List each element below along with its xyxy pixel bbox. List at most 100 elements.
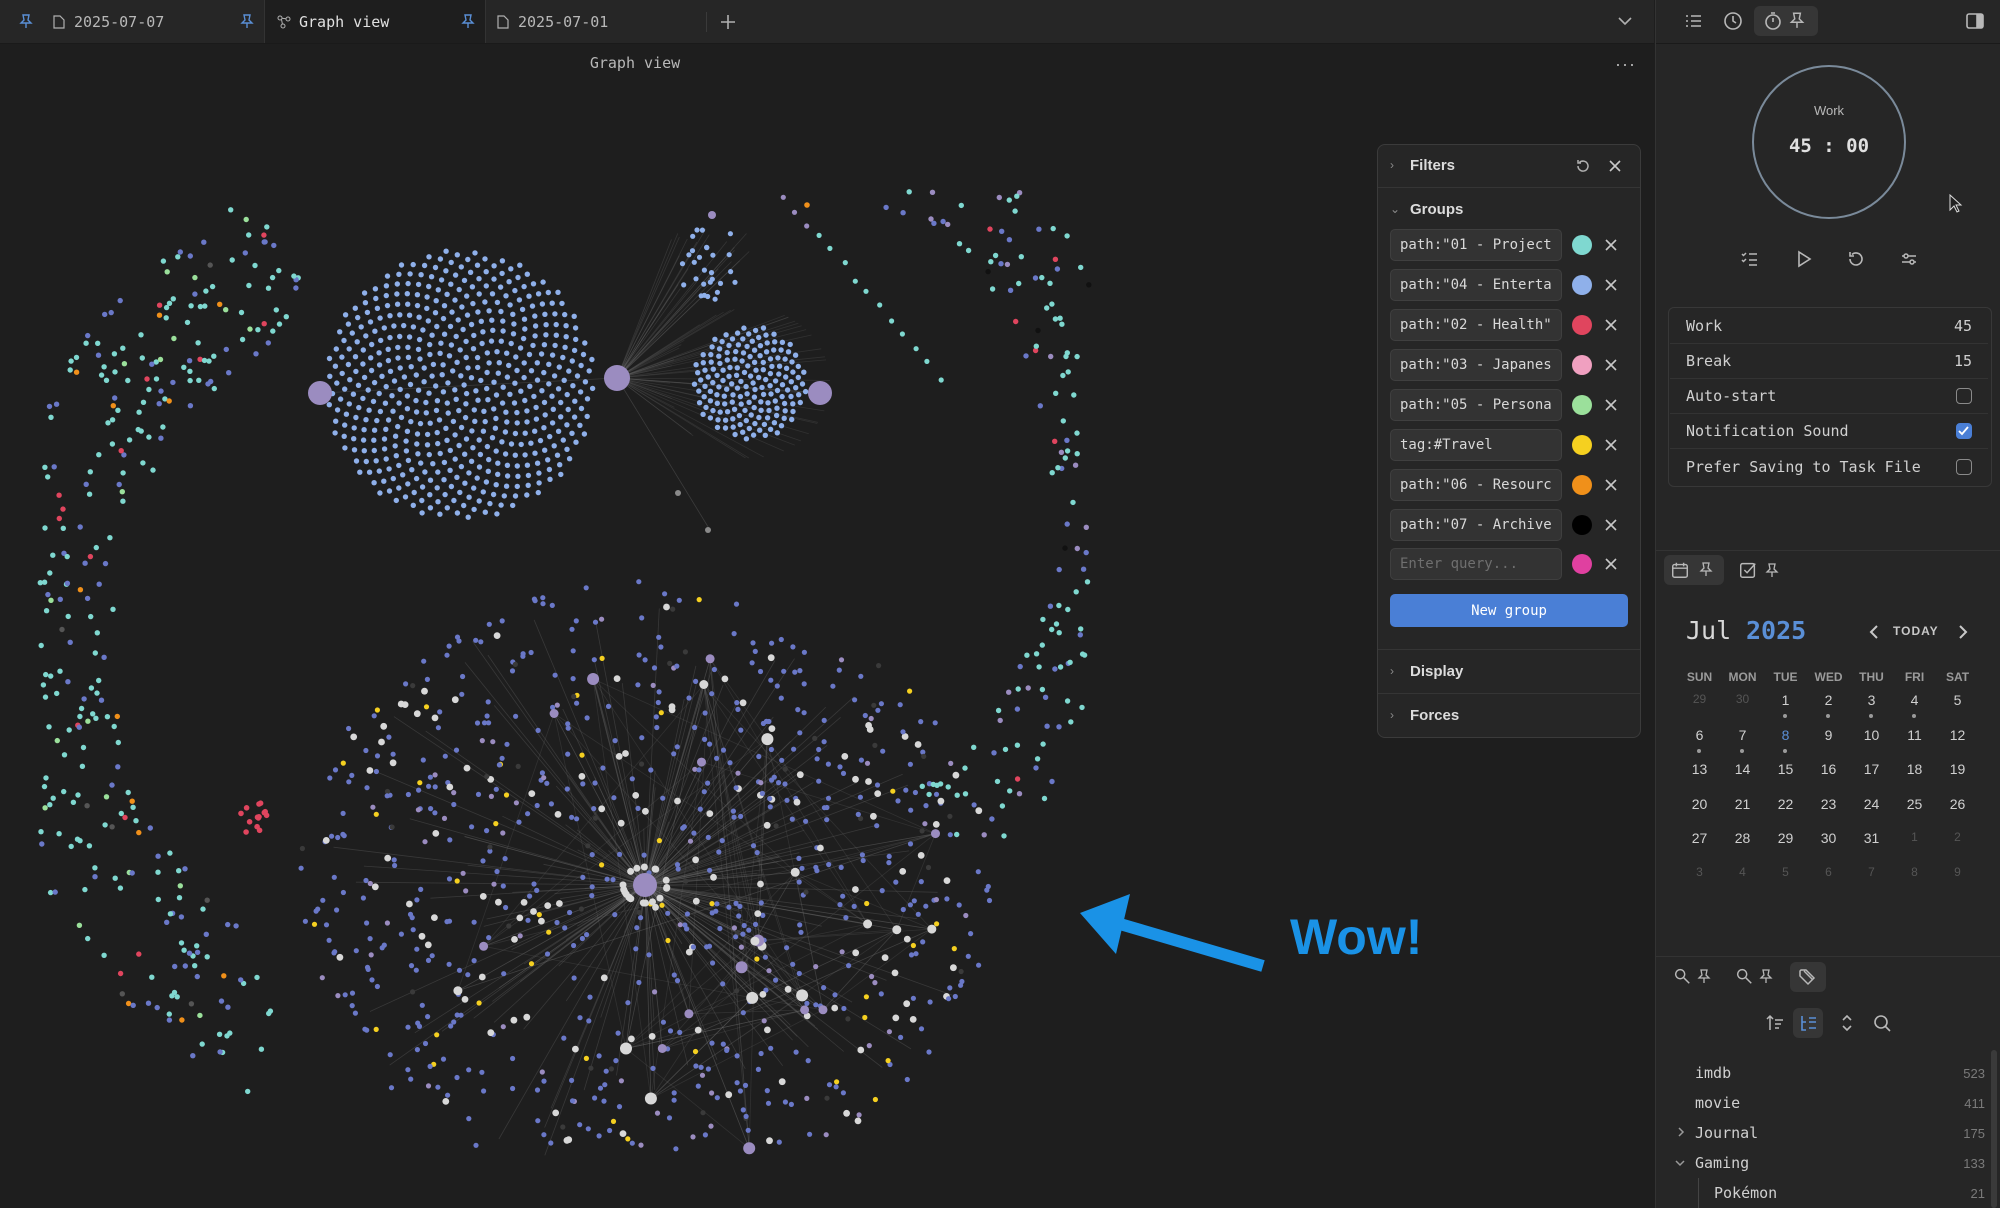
graph-node[interactable] — [337, 396, 344, 402]
graph-node[interactable] — [416, 787, 422, 793]
graph-node[interactable] — [779, 757, 785, 763]
graph-node[interactable] — [1060, 418, 1067, 424]
graph-node[interactable] — [454, 510, 461, 516]
graph-node[interactable] — [476, 437, 482, 443]
graph-node[interactable] — [90, 711, 96, 717]
graph-node[interactable] — [491, 379, 497, 385]
graph-node[interactable] — [469, 428, 475, 434]
graph-node[interactable] — [194, 973, 200, 980]
graph-node[interactable] — [187, 377, 193, 384]
graph-node[interactable] — [619, 1130, 627, 1137]
graph-node[interactable] — [347, 377, 353, 383]
work-duration-input[interactable]: 45 — [1954, 317, 1972, 335]
graph-node[interactable] — [401, 374, 408, 380]
graph-node[interactable] — [635, 682, 641, 688]
graph-node[interactable] — [202, 303, 208, 309]
graph-node[interactable] — [597, 1085, 604, 1091]
graph-node[interactable] — [405, 301, 411, 307]
graph-node[interactable] — [456, 967, 463, 973]
graph-node[interactable] — [858, 757, 865, 763]
graph-node[interactable] — [432, 830, 440, 837]
graph-node[interactable] — [746, 991, 759, 1004]
graph-node[interactable] — [549, 352, 556, 358]
graph-node[interactable] — [38, 642, 44, 649]
graph-node[interactable] — [1053, 621, 1060, 627]
graph-node[interactable] — [997, 717, 1003, 724]
graph-node[interactable] — [129, 798, 135, 804]
graph-node[interactable] — [766, 1137, 773, 1145]
graph-node[interactable] — [434, 323, 440, 330]
graph-node[interactable] — [157, 356, 164, 363]
graph-node[interactable] — [1039, 642, 1046, 648]
graph-node[interactable] — [636, 652, 642, 658]
graph-node[interactable] — [864, 760, 871, 766]
graph-node[interactable] — [552, 672, 558, 678]
graph-node[interactable] — [771, 774, 777, 780]
graph-node[interactable] — [772, 378, 779, 384]
graph-node[interactable] — [494, 868, 500, 875]
graph-node[interactable] — [759, 384, 765, 391]
graph-node[interactable] — [203, 288, 209, 294]
graph-node[interactable] — [602, 1082, 608, 1088]
graph-node[interactable] — [542, 447, 548, 453]
graph-node[interactable] — [1015, 686, 1021, 692]
graph-node[interactable] — [238, 810, 244, 817]
graph-node[interactable] — [520, 335, 527, 342]
graph-node[interactable] — [421, 658, 427, 664]
graph-node[interactable] — [582, 340, 588, 346]
remove-group-icon[interactable] — [1602, 516, 1620, 534]
graph-node[interactable] — [96, 677, 102, 684]
display-section-header[interactable]: › Display — [1378, 651, 1640, 691]
graph-node[interactable] — [741, 369, 748, 376]
group-query-input[interactable]: path:"03 - Japanes — [1390, 349, 1562, 381]
search-link-icon[interactable] — [1672, 966, 1692, 986]
graph-node[interactable] — [1054, 266, 1061, 272]
graph-node[interactable] — [937, 797, 945, 805]
graph-node[interactable] — [456, 286, 462, 293]
graph-node[interactable] — [493, 448, 499, 454]
graph-node[interactable] — [971, 802, 977, 808]
graph-node[interactable] — [540, 601, 546, 607]
graph-node[interactable] — [589, 893, 595, 899]
graph-node[interactable] — [76, 724, 83, 730]
graph-node[interactable] — [757, 668, 764, 675]
chevron-down-icon[interactable] — [1674, 1158, 1686, 1168]
graph-node[interactable] — [662, 591, 668, 597]
graph-node[interactable] — [211, 385, 217, 392]
graph-node[interactable] — [610, 1118, 617, 1124]
graph-node[interactable] — [737, 393, 744, 400]
calendar-day[interactable]: 5 — [1936, 692, 1979, 708]
graph-node[interactable] — [192, 291, 198, 297]
graph-node[interactable] — [377, 315, 383, 321]
graph-node[interactable] — [915, 911, 921, 917]
graph-node[interactable] — [890, 788, 896, 794]
graph-node[interactable] — [364, 309, 371, 316]
graph-node[interactable] — [1065, 606, 1071, 613]
graph-node[interactable] — [527, 383, 533, 389]
graph-node[interactable] — [456, 638, 462, 644]
graph-node[interactable] — [933, 897, 940, 903]
graph-node[interactable] — [327, 373, 333, 379]
graph-node[interactable] — [893, 879, 899, 885]
graph-node[interactable] — [824, 804, 830, 811]
graph-node[interactable] — [535, 291, 542, 297]
graph-node[interactable] — [636, 579, 642, 585]
graph-node[interactable] — [825, 795, 832, 801]
graph-node[interactable] — [465, 972, 471, 978]
graph-node[interactable] — [761, 733, 774, 746]
graph-node[interactable] — [499, 400, 506, 406]
graph-node[interactable] — [906, 189, 912, 195]
graph-node[interactable] — [790, 867, 800, 877]
graph-node[interactable] — [880, 748, 886, 754]
graph-node[interactable] — [560, 437, 566, 443]
graph-node[interactable] — [374, 305, 381, 311]
graph-node[interactable] — [546, 466, 553, 473]
graph-node[interactable] — [898, 1034, 904, 1040]
chevron-left-icon[interactable] — [1867, 623, 1881, 641]
graph-node[interactable] — [684, 911, 691, 917]
graph-node[interactable] — [184, 319, 191, 326]
graph-node[interactable] — [1074, 451, 1080, 457]
graph-node[interactable] — [424, 305, 430, 312]
graph-node[interactable] — [1002, 746, 1009, 753]
graph-node[interactable] — [544, 780, 550, 786]
